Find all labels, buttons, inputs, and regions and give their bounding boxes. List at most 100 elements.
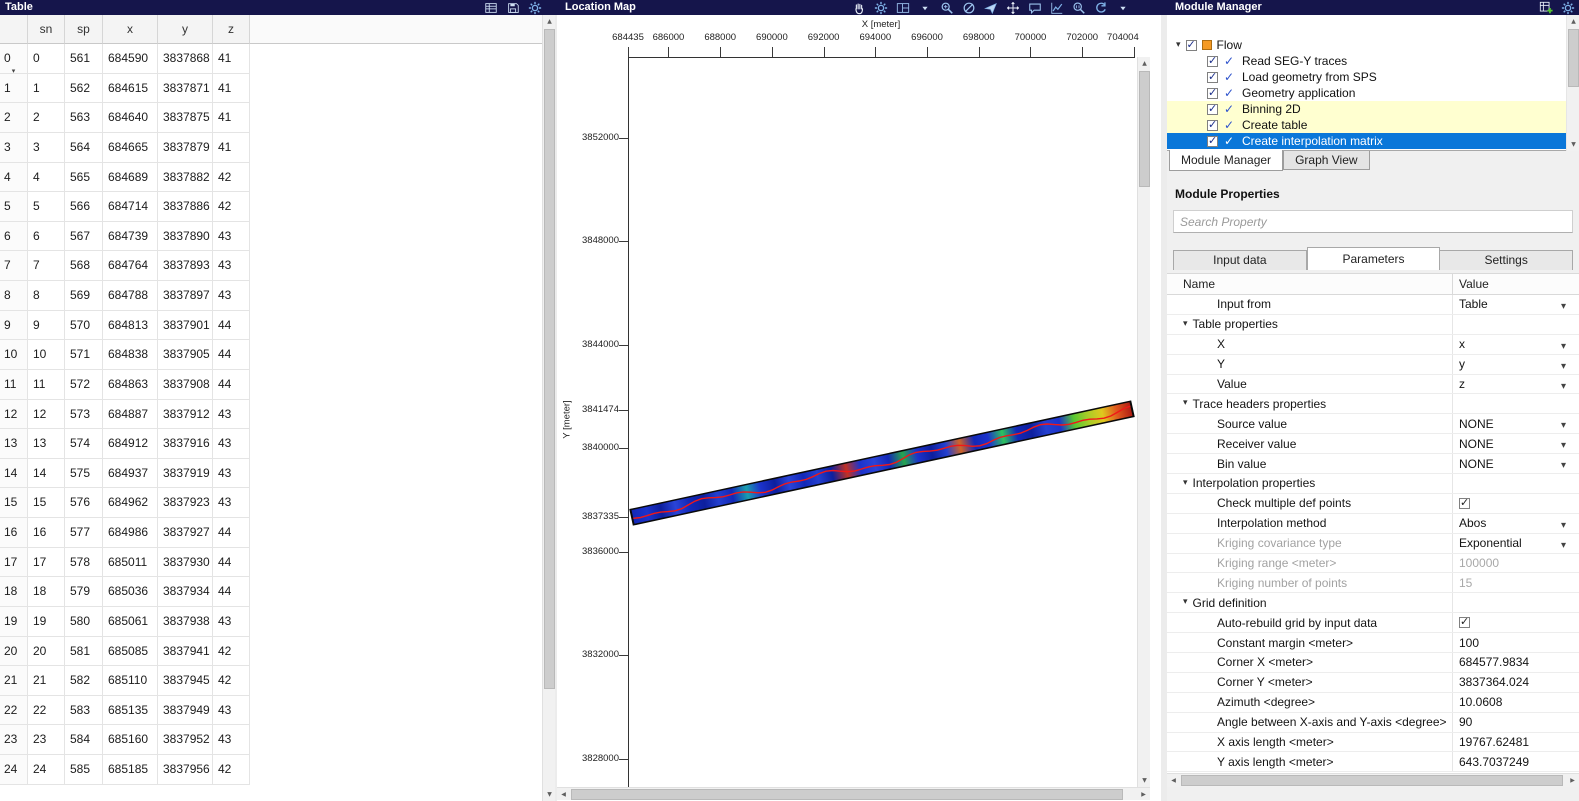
save-icon[interactable] [506, 1, 520, 15]
table-cell[interactable]: 3837927 [158, 518, 213, 548]
table-row[interactable]: 21 21 582 685110 3837945 42 [0, 666, 542, 696]
property-row-y-axis-length-meter[interactable]: Y axis length <meter> 643.7037249 [1167, 752, 1579, 773]
row-header-cell[interactable]: 16 [0, 518, 28, 548]
property-row-azimuth-degree[interactable]: Azimuth <degree> 10.0608 [1167, 692, 1579, 713]
table-cell[interactable]: 3837941 [158, 636, 213, 667]
tab-parameters[interactable]: Parameters [1306, 247, 1441, 270]
dropdown-arrow-icon[interactable] [1561, 537, 1566, 551]
table-cell[interactable]: 43 [213, 458, 250, 489]
dropdown-arrow-icon[interactable] [1561, 417, 1566, 431]
scroll-thumb[interactable] [544, 29, 555, 689]
table-cell[interactable]: 684986 [103, 518, 158, 548]
property-value[interactable]: NONE [1452, 414, 1579, 434]
table-cell[interactable]: 585 [65, 755, 103, 785]
property-value[interactable] [1452, 493, 1579, 513]
property-row-interpolation-properties[interactable]: Interpolation properties [1167, 474, 1579, 494]
zoom-actual-icon[interactable] [1072, 1, 1086, 15]
table-cell[interactable]: 0 [28, 44, 65, 74]
table-cell[interactable]: 44 [213, 310, 250, 341]
table-cell[interactable]: 583 [65, 695, 103, 726]
row-header-cell[interactable]: 18 [0, 577, 28, 607]
tab-graph-view[interactable]: Graph View [1283, 151, 1370, 170]
table-row[interactable]: 12 12 573 684887 3837912 43 [0, 399, 542, 430]
table-row[interactable]: 1 1 562 684615 3837871 41 [0, 73, 542, 104]
table-cell[interactable]: 580 [65, 606, 103, 637]
scroll-down-button[interactable] [1567, 138, 1579, 151]
flow-checkbox[interactable] [1185, 38, 1197, 51]
table-cell[interactable]: 43 [213, 429, 250, 459]
table-cell[interactable]: 43 [213, 725, 250, 755]
column-header[interactable]: y [158, 15, 213, 44]
table-cell[interactable]: 571 [65, 340, 103, 370]
table-cell[interactable]: 566 [65, 192, 103, 222]
table-cell[interactable]: 685011 [103, 547, 158, 578]
tree-item-create-table[interactable]: Create table [1167, 117, 1566, 133]
layout-panels-icon[interactable] [896, 1, 910, 15]
table-cell[interactable]: 562 [65, 73, 103, 104]
tab-input-data[interactable]: Input data [1173, 250, 1307, 270]
table-cell[interactable]: 3 [28, 132, 65, 163]
property-row-auto-rebuild-grid-by-input-data[interactable]: Auto-rebuild grid by input data [1167, 613, 1579, 634]
property-row-trace-headers-properties[interactable]: Trace headers properties [1167, 394, 1579, 415]
table-row[interactable]: 2 2 563 684640 3837875 41 [0, 103, 542, 133]
table-cell[interactable]: 20 [28, 636, 65, 667]
row-header-cell[interactable]: 4 [0, 162, 28, 193]
table-cell[interactable]: 42 [213, 192, 250, 222]
table-row[interactable]: 13 13 574 684912 3837916 43 [0, 429, 542, 459]
row-header-cell[interactable]: 9 [0, 310, 28, 341]
table-cell[interactable]: 3837871 [158, 73, 213, 104]
table-cell[interactable]: 44 [213, 547, 250, 578]
table-row[interactable]: 6 6 567 684739 3837890 43 [0, 221, 542, 252]
table-cell[interactable]: 43 [213, 695, 250, 726]
column-header[interactable]: sn [28, 15, 65, 44]
table-row[interactable]: 22 22 583 685135 3837949 43 [0, 695, 542, 726]
table-cell[interactable]: 574 [65, 429, 103, 459]
table-row[interactable]: 17 17 578 685011 3837930 44 [0, 547, 542, 578]
table-cell[interactable]: 5 [28, 192, 65, 222]
table-cell[interactable]: 23 [28, 725, 65, 755]
property-row-source-value[interactable]: Source value NONE [1167, 414, 1579, 435]
table-cell[interactable]: 3837905 [158, 340, 213, 370]
scroll-down-button[interactable] [543, 788, 556, 801]
table-cell[interactable]: 3837882 [158, 162, 213, 193]
dropdown-arrow-icon[interactable] [1561, 517, 1566, 531]
table-cell[interactable]: 563 [65, 103, 103, 133]
table-cell[interactable]: 44 [213, 577, 250, 607]
module-checkbox[interactable] [1207, 102, 1218, 115]
table-cell[interactable]: 18 [28, 577, 65, 607]
collapse-triangle-icon[interactable] [1183, 598, 1188, 607]
tab-module-manager[interactable]: Module Manager [1169, 150, 1284, 171]
add-grid-icon[interactable] [1539, 1, 1553, 15]
table-cell[interactable]: 564 [65, 132, 103, 163]
property-value[interactable]: 684577.9834 [1452, 653, 1579, 672]
chart-icon[interactable] [1050, 1, 1064, 15]
property-row-y[interactable]: Yy [1167, 354, 1579, 375]
row-header-cell[interactable]: 5 [0, 192, 28, 222]
value-column-header[interactable]: Value [1452, 274, 1579, 294]
table-cell[interactable]: 684590 [103, 44, 158, 74]
property-checkbox[interactable] [1459, 496, 1470, 509]
table-cell[interactable]: 13 [28, 429, 65, 459]
property-row-kriging-number-of-points[interactable]: Kriging number of points 15 [1167, 573, 1579, 594]
table-cell[interactable]: 684665 [103, 132, 158, 163]
dropdown-arrow-icon[interactable] [1561, 437, 1566, 451]
table-cell[interactable]: 568 [65, 251, 103, 281]
table-cell[interactable]: 43 [213, 221, 250, 252]
table-cell[interactable]: 3837890 [158, 221, 213, 252]
table-cell[interactable]: 584 [65, 725, 103, 755]
tree-item-geometry-application[interactable]: Geometry application [1167, 85, 1566, 101]
table-cell[interactable]: 684689 [103, 162, 158, 193]
table-cell[interactable]: 3837923 [158, 488, 213, 518]
tree-item-create-interpolation-matrix[interactable]: Create interpolation matrix [1167, 133, 1566, 149]
row-header-cell[interactable]: 1 [0, 73, 28, 104]
dropdown-arrow-icon[interactable] [918, 1, 932, 15]
table-cell[interactable]: 684863 [103, 369, 158, 400]
table-vertical-scrollbar[interactable] [542, 15, 555, 801]
table-cell[interactable]: 572 [65, 369, 103, 400]
row-header-cell[interactable]: 0 [0, 44, 28, 74]
property-row-receiver-value[interactable]: Receiver value NONE [1167, 434, 1579, 455]
name-column-header[interactable]: Name [1167, 274, 1452, 294]
table-row[interactable]: 19 19 580 685061 3837938 43 [0, 606, 542, 637]
tree-item-load-geometry-from-sps[interactable]: Load geometry from SPS [1167, 69, 1566, 85]
table-cell[interactable]: 685036 [103, 577, 158, 607]
